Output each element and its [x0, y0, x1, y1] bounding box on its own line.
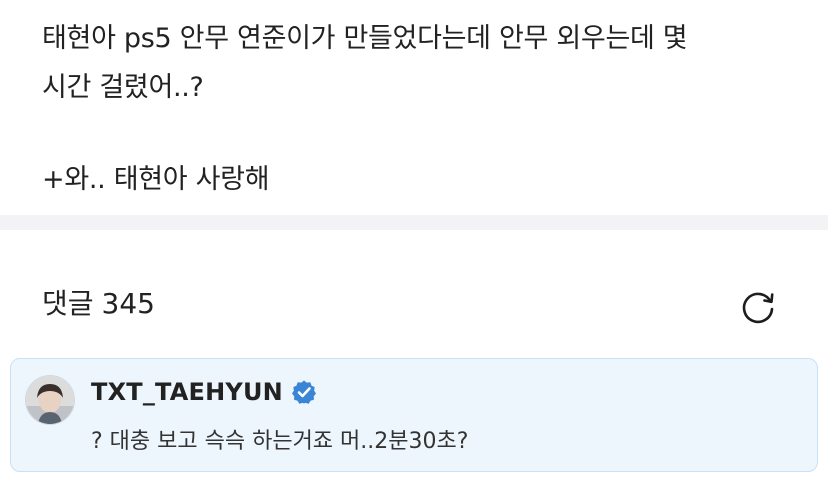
comments-title: 댓글 345 [42, 287, 155, 321]
comments-count: 345 [101, 287, 155, 320]
avatar-image [26, 376, 74, 424]
refresh-button[interactable] [739, 287, 779, 327]
post-text-line-3: +와.. 태현아 사랑해 [42, 164, 270, 195]
post-body: 태현아 ps5 안무 연준이가 만들었다는데 안무 외우는데 몇 시간 걸렸어.… [0, 0, 828, 215]
post-text-line-1: 태현아 ps5 안무 연준이가 만들었다는데 안무 외우는데 몇 [42, 23, 688, 54]
verified-badge-icon [292, 380, 316, 404]
comments-header: 댓글 345 [0, 230, 828, 355]
section-divider [0, 215, 828, 230]
artist-comment-card[interactable]: TXT_TAEHYUN ? 대충 보고 슥슥 하는거죠 머..2분30초? [10, 358, 818, 472]
comment-author[interactable]: TXT_TAEHYUN [91, 376, 283, 408]
comments-label: 댓글 [42, 287, 94, 320]
avatar[interactable] [25, 375, 75, 425]
post-text-line-2: 시간 걸렸어..? [42, 72, 204, 103]
comment-text: ? 대충 보고 슥슥 하는거죠 머..2분30초? [91, 429, 469, 454]
refresh-icon [742, 292, 774, 324]
